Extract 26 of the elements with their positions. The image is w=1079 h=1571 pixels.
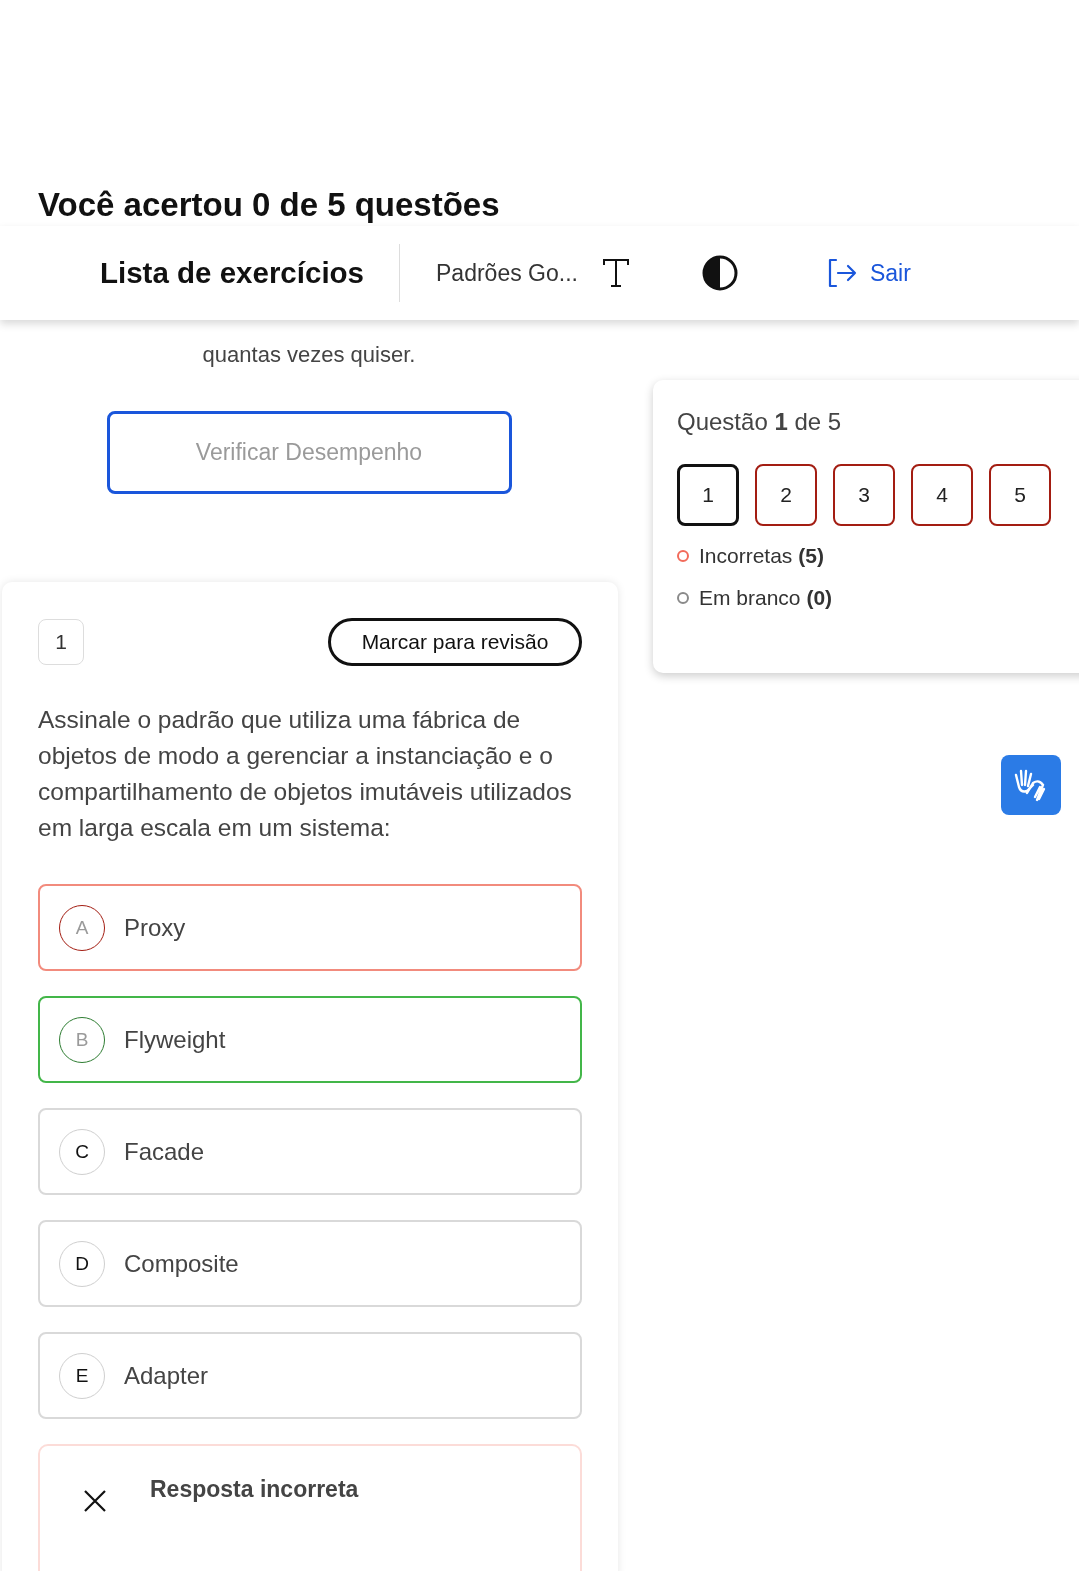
question-nav-button[interactable]: 3 <box>833 464 895 526</box>
answer-option[interactable]: B Flyweight <box>38 996 582 1083</box>
question-counter: Questão 1 de 5 <box>677 408 843 436</box>
question-nav-button[interactable]: 4 <box>911 464 973 526</box>
exit-button[interactable]: Sair <box>825 258 911 288</box>
list-title: Lista de exercícios <box>100 256 364 290</box>
answer-option[interactable]: A Proxy <box>38 884 582 971</box>
contrast-icon[interactable] <box>701 255 738 291</box>
feedback-title: Resposta incorreta <box>150 1476 359 1503</box>
intro-text: quantas vezes quiser. <box>201 341 417 369</box>
question-nav-button[interactable]: 2 <box>755 464 817 526</box>
answer-option[interactable]: E Adapter <box>38 1332 582 1419</box>
question-number: 1 <box>38 619 84 665</box>
question-nav-button[interactable]: 1 <box>677 464 739 526</box>
cross-icon <box>84 1490 106 1512</box>
question-nav-button[interactable]: 5 <box>989 464 1051 526</box>
answer-option[interactable]: C Facade <box>38 1108 582 1195</box>
result-title: Você acertou 0 de 5 questões <box>37 185 501 224</box>
legend-label: Em branco (0) <box>699 586 833 610</box>
font-size-icon[interactable] <box>601 258 630 288</box>
sign-language-button[interactable] <box>1001 755 1061 815</box>
answer-option[interactable]: D Composite <box>38 1220 582 1307</box>
course-name: Padrões Go... <box>436 259 578 287</box>
review-button[interactable]: Marcar para revisão <box>328 618 582 666</box>
legend-label: Incorretas (5) <box>699 544 824 568</box>
question-text: Assinale o padrão que utiliza uma fábrica de objetos de modo a gerenciar a instanciação e o compartilhamento de objetos imutáveis utilizados em larga escala em um sistema: <box>38 705 573 843</box>
